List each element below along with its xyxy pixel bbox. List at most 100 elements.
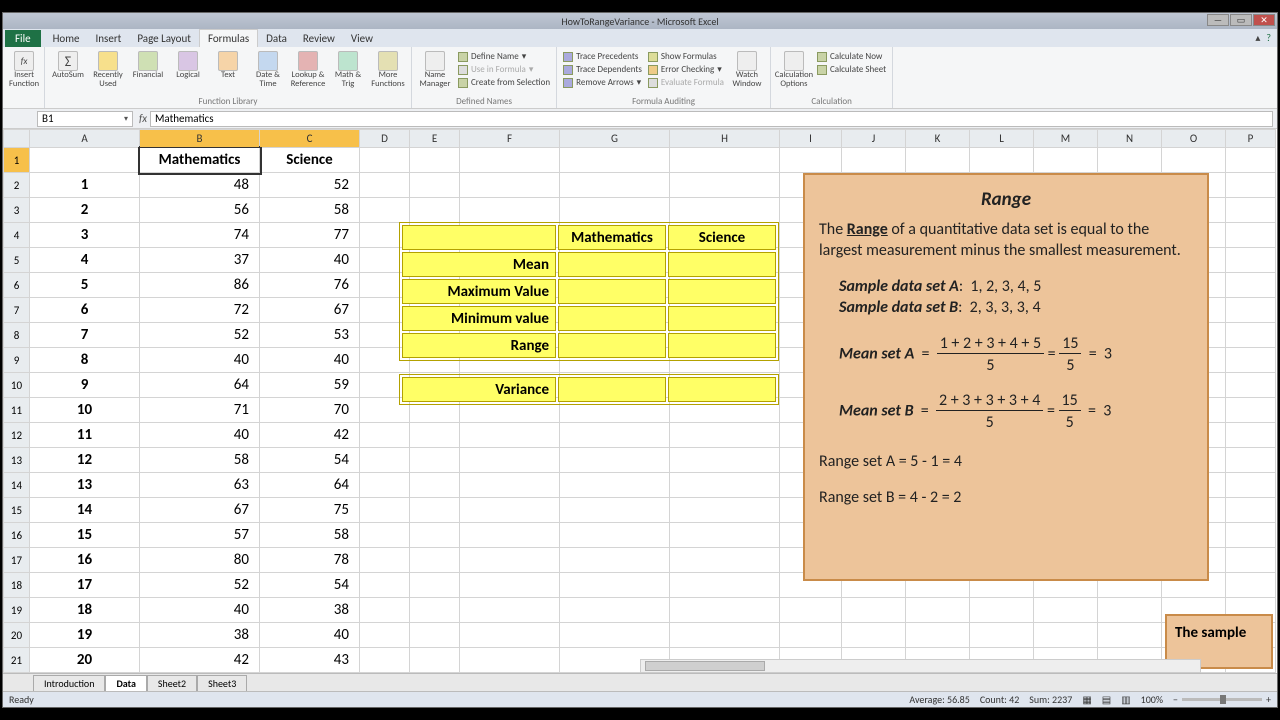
- stats-row-range: Range: [402, 333, 556, 358]
- trace-dependents-button[interactable]: Trace Dependents: [563, 64, 642, 75]
- col-header[interactable]: L: [970, 130, 1034, 148]
- status-sum: Sum: 2237: [1029, 693, 1072, 706]
- error-checking-button[interactable]: Error Checking ▾: [648, 64, 724, 75]
- group-label-defined-names: Defined Names: [418, 95, 550, 108]
- col-header[interactable]: O: [1162, 130, 1226, 148]
- tab-data[interactable]: Data: [258, 30, 295, 47]
- stats-row-max: Maximum Value: [402, 279, 556, 304]
- tab-page-layout[interactable]: Page Layout: [129, 30, 199, 47]
- title-bar: HowToRangeVariance - Microsoft Excel — ▭…: [3, 13, 1277, 29]
- sheet-tabs: Introduction Data Sheet2 Sheet3: [3, 673, 1277, 691]
- variance-table[interactable]: Variance: [399, 374, 779, 405]
- stats-row-mean: Mean: [402, 252, 556, 277]
- evaluate-formula-button[interactable]: Evaluate Formula: [648, 77, 724, 88]
- calculate-now-button[interactable]: Calculate Now: [817, 51, 886, 62]
- col-header[interactable]: A: [30, 130, 140, 148]
- tab-formulas[interactable]: Formulas: [199, 29, 258, 47]
- text-button[interactable]: Text: [211, 51, 245, 80]
- create-from-selection-button[interactable]: Create from Selection: [458, 77, 550, 88]
- tab-insert[interactable]: Insert: [88, 30, 130, 47]
- col-header[interactable]: E: [410, 130, 460, 148]
- chevron-down-icon[interactable]: ▾: [124, 114, 128, 124]
- col-header[interactable]: H: [670, 130, 780, 148]
- worksheet-area: A B C D E F G H I J K L M N O P 1Mathema…: [3, 129, 1277, 673]
- col-header[interactable]: J: [842, 130, 906, 148]
- view-layout-icon[interactable]: ▤: [1102, 693, 1111, 706]
- col-header[interactable]: M: [1034, 130, 1098, 148]
- maximize-button[interactable]: ▭: [1230, 14, 1252, 26]
- group-label-calculation: Calculation: [777, 95, 886, 108]
- watch-window-button[interactable]: Watch Window: [730, 51, 764, 88]
- define-name-button[interactable]: Define Name ▾: [458, 51, 550, 62]
- group-label-function-library: Function Library: [51, 95, 405, 108]
- ribbon-help-icons: ▴ ?: [1255, 31, 1271, 44]
- stats-header-math: Mathematics: [558, 225, 666, 250]
- col-header[interactable]: D: [360, 130, 410, 148]
- trace-precedents-button[interactable]: Trace Precedents: [563, 51, 642, 62]
- close-button[interactable]: ✕: [1253, 14, 1275, 26]
- remove-arrows-button[interactable]: Remove Arrows ▾: [563, 77, 642, 88]
- col-header[interactable]: K: [906, 130, 970, 148]
- horizontal-scrollbar[interactable]: [640, 659, 1201, 673]
- explain-title: Range: [819, 187, 1193, 219]
- recently-used-button[interactable]: Recently Used: [91, 51, 125, 88]
- ribbon-tabs: File Home Insert Page Layout Formulas Da…: [3, 29, 1277, 47]
- explanation-box: Range The Range of a quantitative data s…: [803, 173, 1209, 581]
- col-header[interactable]: B: [140, 130, 260, 148]
- calculate-sheet-button[interactable]: Calculate Sheet: [817, 64, 886, 75]
- date-time-button[interactable]: Date & Time: [251, 51, 285, 88]
- col-header[interactable]: C: [260, 130, 360, 148]
- more-functions-button[interactable]: More Functions: [371, 51, 405, 88]
- status-average: Average: 56.85: [909, 693, 969, 706]
- tab-home[interactable]: Home: [45, 30, 88, 47]
- sheet-tab[interactable]: Sheet3: [197, 675, 247, 691]
- col-header[interactable]: I: [780, 130, 842, 148]
- select-all-corner[interactable]: [4, 130, 30, 148]
- status-ready: Ready: [9, 693, 34, 706]
- calc-options-button[interactable]: Calculation Options: [777, 51, 811, 88]
- sample-b: Sample data set B: 2, 3, 3, 3, 4: [819, 297, 1193, 319]
- logical-button[interactable]: Logical: [171, 51, 205, 80]
- view-normal-icon[interactable]: ▦: [1082, 693, 1091, 706]
- lookup-button[interactable]: Lookup & Reference: [291, 51, 325, 88]
- excel-window: HowToRangeVariance - Microsoft Excel — ▭…: [2, 12, 1278, 708]
- sheet-tab[interactable]: Sheet2: [147, 675, 197, 691]
- col-header[interactable]: G: [560, 130, 670, 148]
- name-box[interactable]: B1▾: [37, 111, 133, 127]
- minimize-button[interactable]: —: [1207, 14, 1229, 26]
- zoom-slider[interactable]: −+: [1173, 693, 1271, 706]
- mean-b: Mean set B = 2 + 3 + 3 + 3 + 45 = 155 = …: [819, 390, 1193, 433]
- window-controls: — ▭ ✕: [1207, 14, 1275, 26]
- status-count: Count: 42: [980, 693, 1019, 706]
- col-header[interactable]: F: [460, 130, 560, 148]
- autosum-button[interactable]: ΣAutoSum: [51, 51, 85, 80]
- ribbon: fxInsert Function ΣAutoSum Recently Used…: [3, 47, 1277, 109]
- tab-view[interactable]: View: [343, 30, 381, 47]
- group-label-formula-auditing: Formula Auditing: [563, 95, 764, 108]
- use-in-formula-button[interactable]: Use in Formula ▾: [458, 64, 550, 75]
- file-tab[interactable]: File: [5, 30, 41, 47]
- stats-row-min: Minimum value: [402, 306, 556, 331]
- window-title: HowToRangeVariance - Microsoft Excel: [561, 15, 718, 28]
- stats-row-variance: Variance: [402, 377, 556, 402]
- name-manager-button[interactable]: Name Manager: [418, 51, 452, 88]
- tab-review[interactable]: Review: [295, 30, 343, 47]
- show-formulas-button[interactable]: Show Formulas: [648, 51, 724, 62]
- col-header[interactable]: N: [1098, 130, 1162, 148]
- sheet-tab[interactable]: Data: [105, 675, 146, 691]
- stats-table[interactable]: MathematicsScience Mean Maximum Value Mi…: [399, 222, 779, 361]
- sheet-tab[interactable]: Introduction: [33, 675, 105, 691]
- formula-input[interactable]: Mathematics: [150, 111, 1273, 127]
- col-header[interactable]: P: [1226, 130, 1276, 148]
- math-trig-button[interactable]: Math & Trig: [331, 51, 365, 88]
- minimize-ribbon-icon[interactable]: ▴: [1255, 31, 1260, 44]
- insert-function-button[interactable]: fxInsert Function: [9, 51, 39, 88]
- zoom-level[interactable]: 100%: [1141, 693, 1163, 706]
- range-a: Range set A = 5 - 1 = 4: [819, 451, 1193, 473]
- fx-icon[interactable]: fx: [136, 112, 150, 125]
- help-icon[interactable]: ?: [1266, 31, 1271, 44]
- financial-button[interactable]: Financial: [131, 51, 165, 80]
- explain-paragraph: The Range of a quantitative data set is …: [819, 219, 1193, 262]
- view-break-icon[interactable]: ▥: [1121, 693, 1130, 706]
- status-bar: Ready Average: 56.85 Count: 42 Sum: 2237…: [3, 691, 1277, 707]
